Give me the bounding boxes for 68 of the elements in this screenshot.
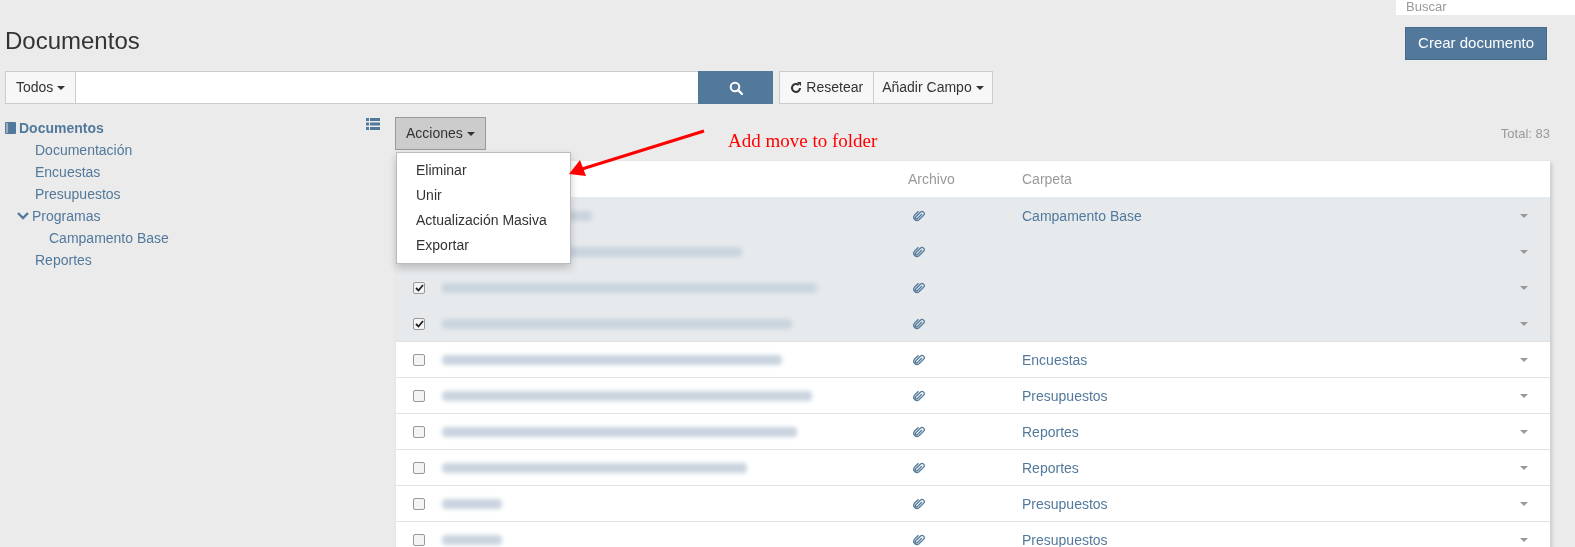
folder-link[interactable]: Campamento Base	[1022, 207, 1142, 224]
page-title: Documentos	[5, 26, 140, 56]
row-checkbox[interactable]	[413, 281, 425, 294]
caret-icon[interactable]	[1520, 213, 1528, 218]
paperclip-icon[interactable]	[913, 497, 925, 510]
caret-icon[interactable]	[1520, 501, 1528, 506]
paperclip-icon[interactable]	[913, 425, 925, 438]
tree-item[interactable]: Documentación	[35, 139, 133, 161]
paperclip-icon[interactable]	[913, 209, 925, 222]
menu-item[interactable]: Actualización Masiva	[397, 208, 570, 233]
redacted-filename	[442, 534, 502, 545]
caret-icon	[466, 131, 475, 136]
row-checkbox[interactable]	[413, 317, 425, 330]
row-checkbox[interactable]	[413, 425, 425, 438]
row-checkbox[interactable]	[413, 533, 425, 546]
tree-item[interactable]: Documentos	[19, 117, 104, 139]
row-checkbox[interactable]	[413, 353, 425, 366]
paperclip-icon[interactable]	[913, 533, 925, 546]
folder-link[interactable]: Presupuestos	[1022, 495, 1108, 512]
caret-icon[interactable]	[1520, 429, 1528, 434]
add-field-dropdown[interactable]: Añadir Campo	[874, 71, 993, 104]
folder-link[interactable]: Encuestas	[1022, 351, 1088, 368]
scope-dropdown[interactable]: Todos	[5, 71, 77, 104]
caret-icon[interactable]	[1520, 465, 1528, 470]
redacted-filename	[442, 498, 502, 509]
paperclip-icon[interactable]	[913, 353, 925, 366]
paperclip-icon[interactable]	[913, 389, 925, 402]
paperclip-icon[interactable]	[913, 281, 925, 294]
actions-dropdown[interactable]: Acciones	[395, 117, 486, 150]
search-input[interactable]	[76, 71, 699, 104]
caret-icon[interactable]	[1520, 321, 1528, 326]
refresh-icon	[790, 81, 803, 94]
menu-item[interactable]: Exportar	[397, 233, 570, 258]
book-icon	[5, 122, 16, 134]
caret-icon	[975, 85, 984, 90]
create-document-button[interactable]: Crear documento	[1405, 27, 1547, 60]
search-button[interactable]	[698, 71, 774, 104]
paperclip-icon[interactable]	[913, 317, 925, 330]
tree-item[interactable]: Programas	[32, 205, 101, 227]
search-icon	[728, 80, 743, 95]
search-field[interactable]: Buscar	[1396, 0, 1575, 15]
annotation-text: Add move to folder	[728, 129, 878, 153]
paperclip-icon[interactable]	[913, 461, 925, 474]
folder-link[interactable]: Reportes	[1022, 423, 1079, 440]
caret-icon[interactable]	[1520, 357, 1528, 362]
row-checkbox[interactable]	[413, 461, 425, 474]
caret-icon[interactable]	[1520, 393, 1528, 398]
caret-icon[interactable]	[1520, 249, 1528, 254]
column-header: Carpeta	[1022, 169, 1072, 189]
tree-item[interactable]: Campamento Base	[49, 227, 169, 249]
folder-link[interactable]: Presupuestos	[1022, 387, 1108, 404]
menu-item[interactable]: Eliminar	[397, 158, 570, 183]
paperclip-icon[interactable]	[913, 245, 925, 258]
folder-link[interactable]: Reportes	[1022, 459, 1079, 476]
row-checkbox[interactable]	[413, 497, 425, 510]
caret-icon[interactable]	[1520, 537, 1528, 542]
menu-item[interactable]: Unir	[397, 183, 570, 208]
caret-icon[interactable]	[1520, 285, 1528, 290]
total-count: Total: 83	[1500, 125, 1550, 143]
tree-item[interactable]: Presupuestos	[35, 183, 121, 205]
tree-item[interactable]: Reportes	[35, 249, 92, 271]
column-header: Archivo	[908, 169, 956, 189]
folder-link[interactable]: Presupuestos	[1022, 531, 1108, 547]
caret-icon	[57, 85, 66, 90]
list-icon[interactable]	[366, 118, 380, 130]
reset-button[interactable]: Resetear	[779, 71, 875, 104]
tree-item[interactable]: Encuestas	[35, 161, 101, 183]
row-checkbox[interactable]	[413, 389, 425, 402]
